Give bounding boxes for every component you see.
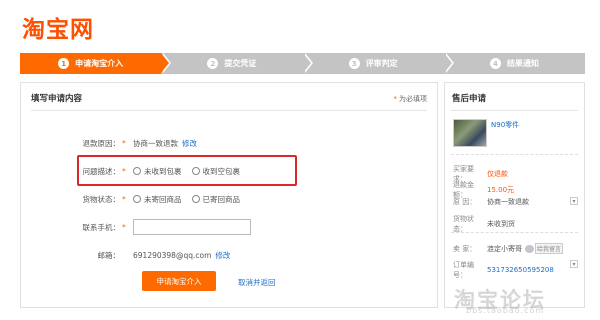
goods-status-label: 货物状态： [82,194,121,204]
watermark-url: bbs.taobao.com [466,306,545,315]
radio-returned[interactable]: 已寄回商品 [191,194,240,205]
required-note: * 为必填项 [393,95,428,103]
submit-button[interactable]: 申请淘宝介入 [142,271,216,291]
product-name-link[interactable]: N90零件 [491,120,519,130]
expand-chevron-icon[interactable]: ▾ [570,197,578,205]
step-label: 提交凭证 [224,59,257,68]
step-2: 2 提交凭证 [161,53,313,74]
phone-label: 联系手机： [82,222,121,232]
buyer-request-value: 仅退款 [487,170,508,178]
expand-chevron-icon[interactable]: ▾ [570,260,578,268]
step-label: 评审判定 [365,59,398,68]
phone-input[interactable] [133,219,251,235]
cancel-link[interactable]: 取消并返回 [238,277,276,288]
reason-row: 原 因： 协商一致退款 [453,198,529,206]
side-title: 售后申请 [452,94,487,104]
radio-not-returned[interactable]: 未寄回商品 [133,194,182,205]
divider [31,110,427,111]
step-number: 2 [207,58,219,69]
required-star: * [122,222,126,232]
seller-row: 卖 家： 涟定小寄哥 给我留言 [453,243,564,254]
required-star: * [122,194,126,204]
product-thumbnail[interactable] [453,119,487,147]
step-label: 结果通知 [506,59,539,68]
step-4: 4 结果通知 [443,53,585,74]
refund-amount-value: 15.00元 [487,186,515,194]
after-sale-panel: 售后申请 N90零件 买家要求： 仅退款 退款金额： 15.00元 原 因： 协… [444,82,585,308]
email-edit-link[interactable]: 修改 [215,250,230,261]
email-label: 邮箱： [97,250,121,260]
refund-reason-edit-link[interactable]: 修改 [182,138,197,149]
progress-steps: 1 申请淘宝介入 2 提交凭证 3 评审判定 4 结果通知 [20,53,585,74]
goods-status-value: 未收到货 [487,220,515,228]
taobao-logo[interactable]: 淘宝网 [22,10,94,44]
step-label: 申请淘宝介入 [75,59,124,68]
highlight-annotation-box [77,155,297,186]
step-number: 1 [58,58,70,69]
refund-reason-value: 协商一致退款 [133,138,178,148]
step-3: 3 评审判定 [302,53,454,74]
goods-status-row: 货物状态： 未收到货 [453,215,515,233]
email-value: 691290398@qq.com [133,250,212,260]
refund-reason-label: 退款原因： [82,138,121,148]
radio-circle[interactable] [133,195,141,203]
message-seller-button[interactable]: 给我留言 [525,243,564,254]
reason-value: 协商一致退款 [487,198,529,206]
form-title: 填写申请内容 [31,94,83,104]
seller-value: 涟定小寄哥 [487,244,522,253]
chat-icon [525,244,534,253]
order-number-link[interactable]: 531732650595208 [487,266,554,274]
order-row: 订单编号： 531732650595208 [453,261,554,279]
step-number: 4 [489,58,501,69]
required-star: * [122,138,126,148]
step-number: 3 [348,58,360,69]
radio-circle[interactable] [191,195,200,203]
step-1: 1 申请淘宝介入 [20,53,172,74]
